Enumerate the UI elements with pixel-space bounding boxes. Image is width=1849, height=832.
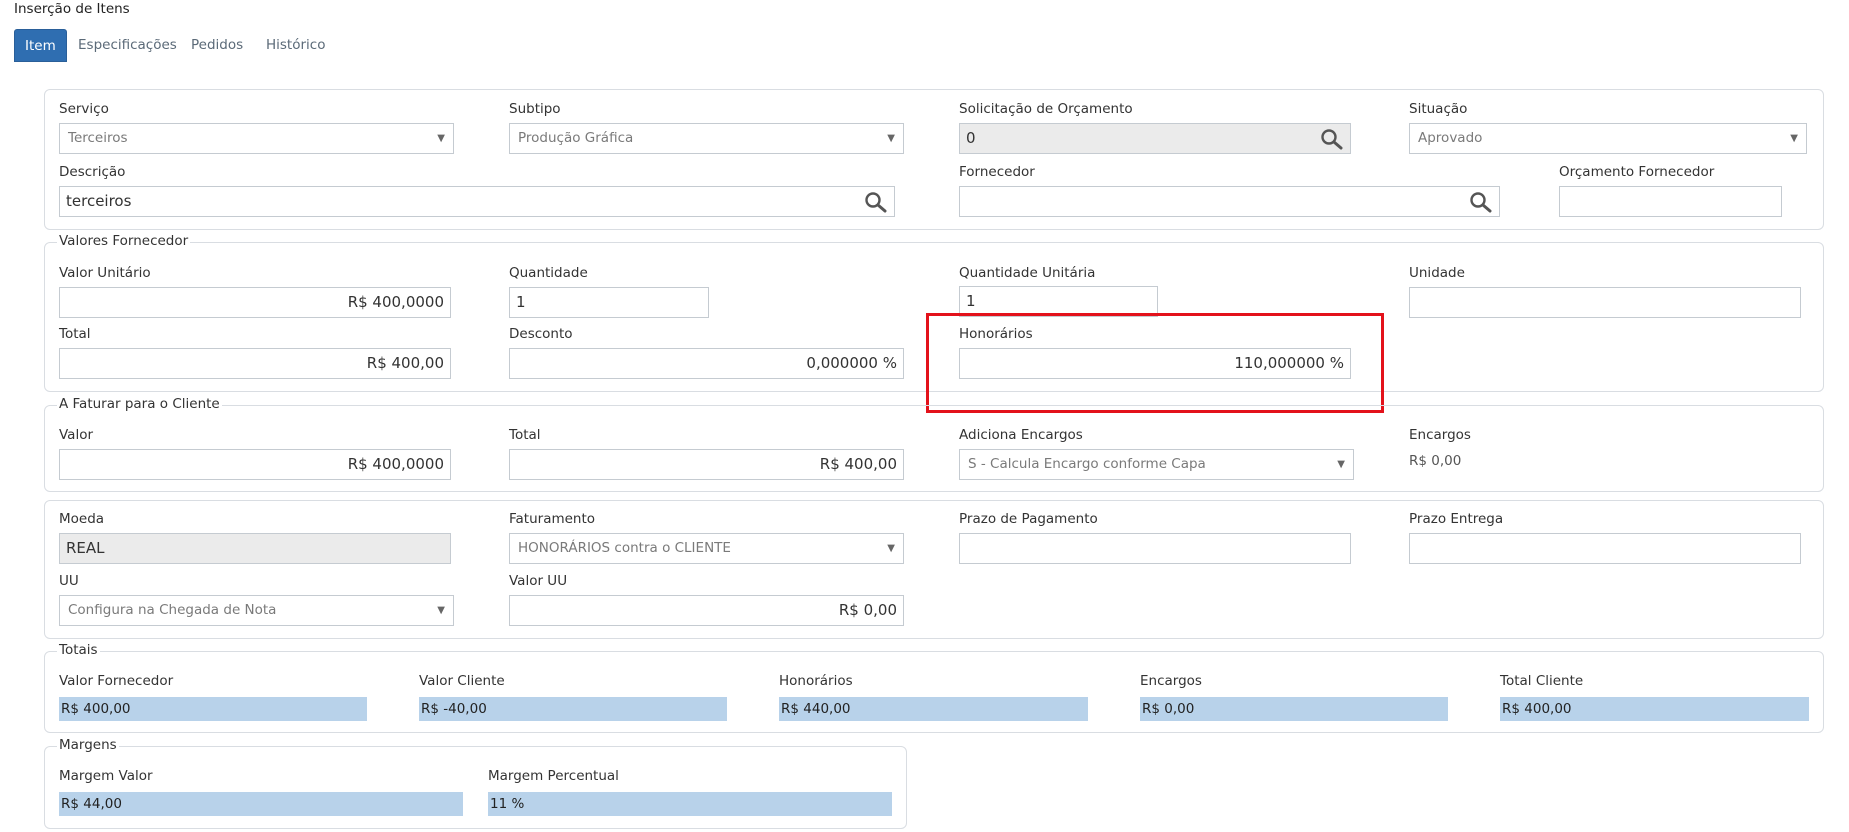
faturamento-value: HONORÁRIOS contra o CLIENTE [518,540,731,556]
chevron-down-icon: ▼ [1790,133,1798,144]
servico-label: Serviço [59,101,109,117]
fornecedor-label: Fornecedor [959,164,1035,180]
subtipo-value: Produção Gráfica [518,130,634,146]
totais-total-cliente-label: Total Cliente [1500,673,1584,689]
valor-unitario-label: Valor Unitário [59,265,151,281]
moeda-input[interactable]: REAL [59,533,451,564]
fornecedor-input[interactable] [959,186,1500,217]
tab-pedidos[interactable]: Pedidos [181,29,253,62]
solicitacao-input[interactable]: 0 [959,123,1351,154]
margens-legend: Margens [57,737,119,753]
situacao-select[interactable]: Aprovado ▼ [1409,123,1807,154]
faturamento-select[interactable]: HONORÁRIOS contra o CLIENTE ▼ [509,533,904,564]
totais-total-cliente-value: R$ 400,00 [1500,697,1809,721]
desconto-label: Desconto [509,326,573,342]
prazo-pagamento-input[interactable] [959,533,1351,564]
adiciona-encargos-select[interactable]: S - Calcula Encargo conforme Capa ▼ [959,449,1354,480]
search-icon[interactable] [1469,191,1493,213]
valor-uu-input[interactable]: R$ 0,00 [509,595,904,626]
totais-legend: Totais [57,642,100,658]
chevron-down-icon: ▼ [887,543,895,554]
valor-input[interactable]: R$ 400,0000 [59,449,451,480]
faturamento-label: Faturamento [509,511,596,527]
moeda-label: Moeda [59,511,105,527]
valor-label: Valor [59,427,94,443]
prazo-entrega-input[interactable] [1409,533,1801,564]
adiciona-encargos-label: Adiciona Encargos [959,427,1083,443]
subtipo-label: Subtipo [509,101,561,117]
chevron-down-icon: ▼ [1337,459,1345,470]
total-input[interactable]: R$ 400,00 [59,348,451,379]
page-title: Inserção de Itens [14,1,130,17]
totais-honorarios-label: Honorários [779,673,853,689]
tab-especificacoes[interactable]: Especificações [68,29,187,62]
descricao-value: terceiros [66,192,132,210]
search-icon[interactable] [864,191,888,213]
search-icon[interactable] [1320,128,1344,150]
encargos-label: Encargos [1409,427,1471,443]
faturar-cliente-legend: A Faturar para o Cliente [57,396,222,412]
totais-valor-fornecedor-value: R$ 400,00 [59,697,367,721]
totais-valor-fornecedor-label: Valor Fornecedor [59,673,174,689]
situacao-value: Aprovado [1418,130,1483,146]
uu-label: UU [59,573,79,589]
valor-uu-label: Valor UU [509,573,568,589]
tab-item[interactable]: Item [14,29,67,62]
valores-fornecedor-legend: Valores Fornecedor [57,233,191,249]
adiciona-encargos-value: S - Calcula Encargo conforme Capa [968,456,1206,472]
totais-encargos-value: R$ 0,00 [1140,697,1448,721]
uu-select[interactable]: Configura na Chegada de Nota ▼ [59,595,454,626]
faturar-total-input[interactable]: R$ 400,00 [509,449,904,480]
situacao-label: Situação [1409,101,1468,117]
servico-value: Terceiros [68,130,128,146]
uu-value: Configura na Chegada de Nota [68,602,277,618]
chevron-down-icon: ▼ [437,605,445,616]
subtipo-select[interactable]: Produção Gráfica ▼ [509,123,904,154]
solicitacao-value: 0 [966,129,976,147]
honorarios-input[interactable]: 110,000000 % [959,348,1351,379]
solicitacao-label: Solicitação de Orçamento [959,101,1133,117]
quantidade-unitaria-label: Quantidade Unitária [959,265,1096,281]
chevron-down-icon: ▼ [437,133,445,144]
prazo-pagamento-label: Prazo de Pagamento [959,511,1098,527]
servico-select[interactable]: Terceiros ▼ [59,123,454,154]
orcamento-fornecedor-label: Orçamento Fornecedor [1559,164,1715,180]
totais-valor-cliente-value: R$ -40,00 [419,697,727,721]
quantidade-input[interactable]: 1 [509,287,709,318]
margens-section [44,746,907,829]
descricao-input[interactable]: terceiros [59,186,895,217]
prazo-entrega-label: Prazo Entrega [1409,511,1504,527]
totais-honorarios-value: R$ 440,00 [779,697,1088,721]
unidade-label: Unidade [1409,265,1465,281]
margem-percentual-value: 11 % [488,792,892,816]
margem-valor-value: R$ 44,00 [59,792,463,816]
faturar-total-label: Total [509,427,541,443]
desconto-input[interactable]: 0,000000 % [509,348,904,379]
chevron-down-icon: ▼ [887,133,895,144]
valor-unitario-input[interactable]: R$ 400,0000 [59,287,451,318]
margem-percentual-label: Margem Percentual [488,768,619,784]
totais-encargos-label: Encargos [1140,673,1202,689]
tab-historico[interactable]: Histórico [256,29,335,62]
encargos-value: R$ 0,00 [1409,453,1462,469]
quantidade-label: Quantidade [509,265,588,281]
total-label: Total [59,326,91,342]
unidade-input[interactable] [1409,287,1801,318]
honorarios-label: Honorários [959,326,1033,342]
totais-valor-cliente-label: Valor Cliente [419,673,505,689]
margem-valor-label: Margem Valor [59,768,153,784]
orcamento-fornecedor-input[interactable] [1559,186,1782,217]
descricao-label: Descrição [59,164,126,180]
